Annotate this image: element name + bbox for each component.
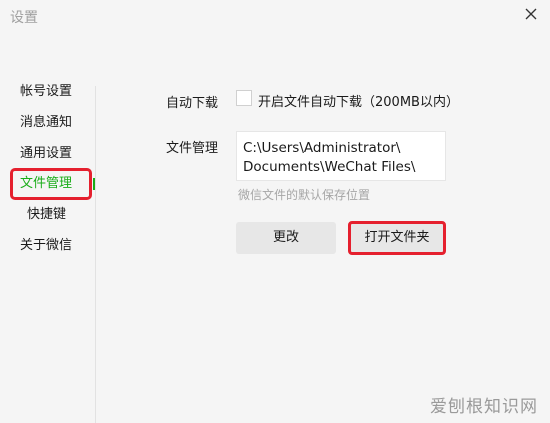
auto-download-checkbox-label[interactable]: 开启文件自动下载（200MB以内） (258, 91, 459, 110)
sidebar-divider (95, 86, 96, 423)
open-folder-button[interactable]: 打开文件夹 (348, 221, 446, 255)
auto-download-label: 自动下载 (166, 96, 219, 111)
sidebar-item-shortcuts[interactable]: 快捷键 (10, 203, 92, 227)
close-icon (525, 8, 537, 20)
file-management-label: 文件管理 (166, 141, 219, 156)
file-path-line-1: C:\Users\Administrator\ (243, 140, 401, 156)
file-path-field[interactable]: C:\Users\Administrator\ Documents\WeChat… (236, 131, 446, 181)
sidebar-item-general[interactable]: 通用设置 (10, 142, 92, 166)
sidebar-item-about[interactable]: 关于微信 (10, 234, 92, 258)
sidebar-item-file-management[interactable]: 文件管理 (10, 172, 92, 196)
auto-download-checkbox[interactable] (236, 90, 252, 106)
watermark: 爱刨根知识网 (430, 397, 538, 417)
file-path-hint: 微信文件的默认保存位置 (238, 188, 371, 202)
file-path-line-2: Documents\WeChat Files\ (243, 159, 416, 175)
sidebar-item-account[interactable]: 帐号设置 (10, 80, 92, 104)
change-button[interactable]: 更改 (236, 222, 336, 254)
window-title: 设置 (10, 10, 38, 26)
close-button[interactable] (520, 3, 542, 25)
sidebar-item-notifications[interactable]: 消息通知 (10, 111, 92, 135)
